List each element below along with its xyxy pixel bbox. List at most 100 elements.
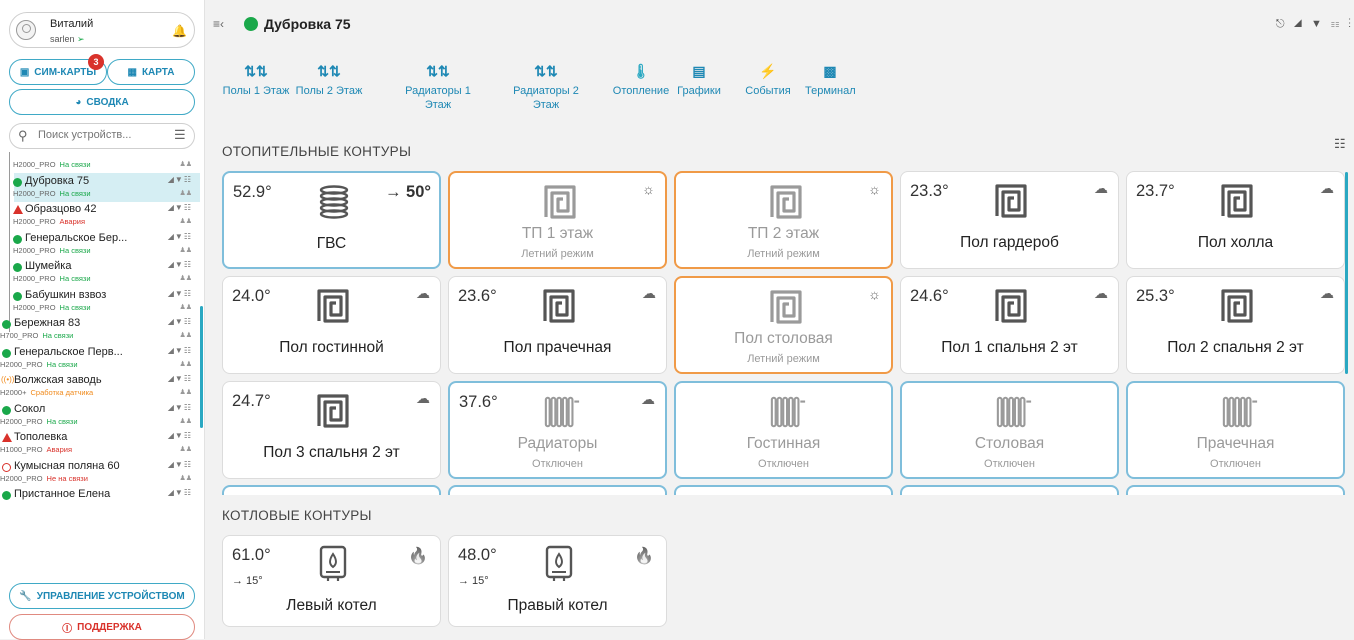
signal-icon: ◢▼☷ bbox=[167, 231, 192, 241]
signal-icon: ◢▼☷ bbox=[167, 402, 192, 412]
summary-button[interactable]: ◕ СВОДКА bbox=[9, 89, 195, 115]
heating-circuit-card[interactable]: 25.3° ☁ Пол 2 спальня 2 эт bbox=[1126, 276, 1345, 374]
cloud-icon: ☁ bbox=[641, 391, 655, 407]
map-button[interactable]: ▦ КАРТА bbox=[107, 59, 195, 85]
current-temperature: 37.6° bbox=[459, 393, 498, 411]
current-temperature: 23.3° bbox=[910, 182, 949, 200]
heating-circuit-card[interactable]: Гостинная Отключен bbox=[674, 381, 893, 479]
heating-circuit-card[interactable]: 23.7° ☁ Пол холла bbox=[1126, 171, 1345, 269]
sliders-icon: ⇅⇅ bbox=[426, 63, 450, 79]
device-title: Тополевка bbox=[14, 431, 68, 443]
sliders-icon: ⇅⇅ bbox=[317, 63, 341, 79]
circuit-name: Радиаторы bbox=[517, 435, 598, 452]
device-subtitle: H2000_PRO Не на связи bbox=[0, 473, 88, 483]
radiator-icon bbox=[995, 393, 1032, 431]
heating-circuit-card[interactable]: Прачечная Отключен bbox=[1126, 381, 1345, 479]
summary-label: СВОДКА bbox=[86, 96, 129, 108]
device-list-item[interactable]: Тополевка H1000_PRO Авария ◢▼☷ ♟♟ bbox=[0, 429, 200, 458]
device-subtitle: H1000_PRO Авария bbox=[0, 445, 73, 454]
users-icon: ♟♟ bbox=[179, 275, 192, 282]
floor-heating-icon bbox=[769, 183, 803, 221]
online-dot-icon bbox=[13, 177, 22, 187]
heating-circuit-card[interactable]: 23.3° ☁ Пол гардероб bbox=[900, 171, 1119, 269]
sensor-icon: ((•)) bbox=[1, 375, 15, 384]
search-input[interactable] bbox=[36, 128, 166, 142]
device-list-item[interactable]: ((•)) Волжская заводь H2000+ Сработка датчи… bbox=[0, 372, 200, 401]
heating-circuit-card[interactable]: ☼ ТП 2 этаж Летний режим bbox=[674, 171, 893, 269]
tab-7[interactable]: ▩ Терминал bbox=[805, 64, 856, 98]
tune-icon[interactable]: ☷ bbox=[1334, 136, 1346, 152]
heating-circuit-card[interactable]: 37.6° ☁ Радиаторы Отключен bbox=[448, 381, 667, 479]
device-list-item[interactable]: Генеральское Бер... H2000_PRO На связи ◢▼☷ ♟… bbox=[13, 230, 200, 259]
circuit-status: Отключен bbox=[532, 458, 583, 470]
users-icon: ♟♟ bbox=[179, 417, 192, 425]
user-profile[interactable]: Виталий sarlen ➢ 🔔 bbox=[9, 12, 195, 48]
sun-icon: ☼ bbox=[868, 181, 881, 197]
boiler-circuit-card[interactable]: 48.0° → 15° 🔥 Правый котел bbox=[448, 535, 667, 627]
circuit-name: Левый котел bbox=[286, 597, 377, 614]
online-dot-icon bbox=[2, 348, 11, 358]
tab-2[interactable]: ⇅⇅ Радиаторы 1 Этаж bbox=[398, 64, 478, 112]
gauge-icon: ◕ bbox=[75, 96, 82, 108]
radiator-icon bbox=[543, 393, 580, 431]
tab-label: Полы 1 Этаж bbox=[222, 85, 290, 97]
tab-0[interactable]: ⇅⇅ Полы 1 Этаж bbox=[222, 64, 290, 98]
heating-circuit-card[interactable]: Столовая Отключен bbox=[900, 381, 1119, 479]
device-subtitle: H2000_PRO На связи bbox=[13, 245, 91, 255]
device-management-button[interactable]: 🔧 УПРАВЛЕНИЕ УСТРОЙСТВОМ bbox=[9, 583, 195, 609]
tab-4[interactable]: 🌡 Отопление bbox=[610, 64, 672, 98]
users-icon: ♟♟ bbox=[179, 446, 192, 453]
device-list-item[interactable]: Дубровка 75 H2000_PRO На связи ◢▼☷ ♟♟ bbox=[13, 172, 200, 202]
tab-label: Терминал bbox=[805, 85, 856, 97]
circuit-name: Пол холла bbox=[1197, 234, 1274, 251]
device-list-item[interactable]: H2000_PROНа связи◢▼☷♟♟ bbox=[13, 152, 200, 173]
circuit-name: ГВС bbox=[316, 235, 347, 252]
current-temperature: 61.0° bbox=[232, 546, 271, 564]
current-temperature: 24.7° bbox=[232, 392, 271, 410]
cloud-icon: ☁ bbox=[642, 285, 656, 301]
tab-1[interactable]: ⇅⇅ Полы 2 Этаж bbox=[293, 64, 365, 98]
device-list-item[interactable]: Шумейка H2000_PRO На связи ◢▼☷ ♟♟ bbox=[13, 258, 200, 287]
card-partial bbox=[448, 485, 667, 495]
card-partial bbox=[222, 485, 441, 495]
filter-icon[interactable]: ☰ bbox=[174, 127, 186, 143]
signal-icon: ◢▼☷ bbox=[167, 374, 192, 383]
device-list-item[interactable]: Образцово 42 H2000_PRO Авария ◢▼☷ ♟♟ bbox=[13, 201, 200, 230]
support-label: ПОДДЕРЖКА bbox=[77, 621, 142, 633]
tab-3[interactable]: ⇅⇅ Радиаторы 2 Этаж bbox=[506, 64, 586, 112]
circuit-name: Пол прачечная bbox=[503, 339, 612, 356]
support-button[interactable]: ⓘ ПОДДЕРЖКА bbox=[9, 614, 195, 640]
floor-heating-icon bbox=[1220, 287, 1254, 325]
heating-circuit-card[interactable]: 52.9° → 50° ГВС bbox=[222, 171, 441, 269]
circuit-name: Прачечная bbox=[1196, 435, 1275, 452]
circuit-status: Отключен bbox=[984, 458, 1035, 470]
sidebar-scrollbar[interactable] bbox=[200, 306, 203, 428]
sim-cards-label: СИМ-КАРТЫ bbox=[34, 66, 97, 78]
heating-circuit-card[interactable]: ☼ ТП 1 этаж Летний режим bbox=[448, 171, 667, 269]
signal-icon: ◢▼☷ bbox=[167, 260, 192, 269]
users-icon: ♟♟ bbox=[179, 246, 192, 254]
collapse-menu-icon[interactable]: ≡‹ bbox=[213, 17, 224, 31]
device-list-item[interactable]: Кумысная поляна 60 H2000_PRO Не на связи ◢▼… bbox=[0, 458, 200, 487]
content-scrollbar[interactable] bbox=[1345, 172, 1348, 374]
user-login: sarlen ➢ bbox=[50, 34, 85, 45]
boiler-circuit-card[interactable]: 61.0° → 15° 🔥 Левый котел bbox=[222, 535, 441, 627]
bell-icon[interactable]: 🔔 bbox=[172, 24, 187, 38]
radiator-icon bbox=[1221, 393, 1258, 431]
heating-circuit-card[interactable]: 23.6° ☁ Пол прачечная bbox=[448, 276, 667, 374]
tab-5[interactable]: ▤ Графики bbox=[668, 64, 730, 98]
cloud-icon: ☁ bbox=[1320, 285, 1334, 301]
heating-circuit-card[interactable]: 24.0° ☁ Пол гостинной bbox=[222, 276, 441, 374]
heating-circuit-card[interactable]: 24.6° ☁ Пол 1 спальня 2 эт bbox=[900, 276, 1119, 374]
lightning-icon: ⚡ bbox=[759, 63, 777, 79]
device-list-item[interactable]: Пристанное Елена◢▼☷♟♟ bbox=[0, 486, 200, 515]
heating-circuit-card[interactable]: ☼ Пол столовая Летний режим bbox=[674, 276, 893, 374]
device-list-item[interactable]: Сокол H2000_PRO На связи ◢▼☷ ♟♟ bbox=[0, 401, 200, 430]
device-list-item[interactable]: Бережная 83 H700_PRO На связи ◢▼☷ ♟♟ bbox=[0, 315, 200, 344]
current-temperature: 52.9° bbox=[233, 183, 272, 201]
device-list-item[interactable]: Генеральское Перв... H2000_PRO На связи ◢▼☷… bbox=[0, 344, 200, 373]
device-list-item[interactable]: Бабушкин взвоз H2000_PRO На связи ◢▼☷ ♟♟ bbox=[13, 287, 200, 316]
tab-6[interactable]: ⚡ События bbox=[743, 64, 793, 98]
heating-circuit-card[interactable]: 24.7° ☁ Пол 3 спальня 2 эт bbox=[222, 381, 441, 479]
online-dot-icon bbox=[13, 234, 22, 244]
